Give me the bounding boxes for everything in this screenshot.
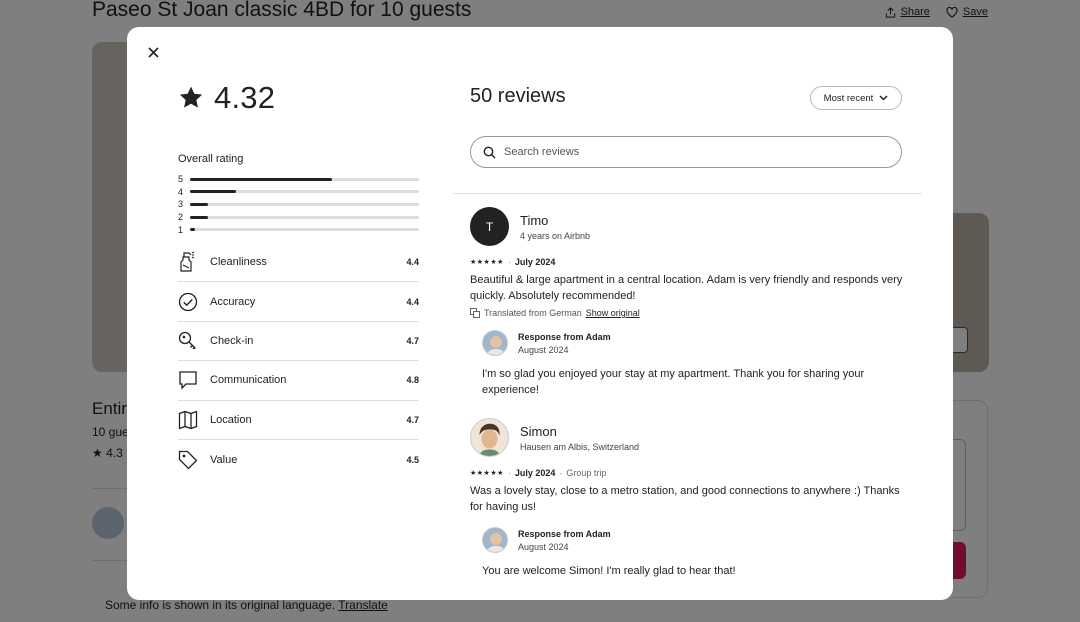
review-date: July 2024 bbox=[514, 468, 556, 478]
response-text: I'm so glad you enjoyed your stay at my … bbox=[482, 368, 865, 396]
review-date: July 2024 bbox=[514, 257, 556, 267]
rating-bar-row: 5 bbox=[178, 173, 419, 186]
category-rating-value: Value 4.5 bbox=[178, 440, 419, 479]
rating-bar-fill bbox=[190, 190, 236, 194]
close-icon bbox=[147, 46, 159, 58]
rating-bar-label: 5 bbox=[178, 174, 184, 185]
host-avatar[interactable] bbox=[482, 527, 508, 553]
rating-bar-fill bbox=[190, 202, 209, 206]
category-value: 4.4 bbox=[406, 296, 419, 307]
review-meta: ★★★★★ · July 2024 bbox=[470, 257, 556, 267]
overall-score: 4.32 bbox=[178, 80, 275, 116]
rating-bar-fill bbox=[190, 215, 209, 219]
chat-bubble-icon bbox=[178, 370, 210, 390]
category-value: 4.5 bbox=[406, 454, 419, 465]
show-original-link[interactable]: Show original bbox=[586, 308, 640, 318]
response-title: Response from Adam bbox=[518, 528, 611, 539]
host-response: Response from Adam August 2024 You are w… bbox=[482, 527, 910, 579]
rating-bar-track bbox=[190, 202, 419, 206]
rating-bar-label: 1 bbox=[178, 224, 184, 235]
rating-bar-row: 2 bbox=[178, 211, 419, 224]
category-name: Communication bbox=[210, 374, 287, 387]
reviewer-subtitle: Hausen am Albis, Switzerland bbox=[520, 441, 640, 452]
reviews-count-title: 50 reviews bbox=[470, 85, 566, 107]
check-circle-icon bbox=[178, 292, 210, 312]
key-icon bbox=[178, 331, 210, 351]
category-rating-communication: Communication 4.8 bbox=[178, 361, 419, 401]
category-rating-cleanliness: Cleanliness 4.4 bbox=[178, 243, 419, 283]
star-icon bbox=[179, 86, 203, 108]
review-text: Was a lovely stay, close to a metro stat… bbox=[470, 485, 900, 513]
tag-icon bbox=[178, 450, 210, 470]
close-button[interactable] bbox=[143, 42, 163, 62]
category-name: Accuracy bbox=[210, 295, 256, 308]
rating-bar-row: 1 bbox=[178, 223, 419, 236]
reviews-list: T Timo 4 years on Airbnb ★★★★★ · July 20… bbox=[470, 207, 910, 599]
category-value: 4.7 bbox=[406, 414, 419, 425]
rating-bar-track bbox=[190, 190, 419, 194]
rating-bar-label: 2 bbox=[178, 212, 184, 223]
response-text: You are welcome Simon! I'm really glad t… bbox=[482, 565, 736, 577]
response-title: Response from Adam bbox=[518, 331, 611, 342]
translation-note: Translated from German Show original bbox=[470, 308, 910, 318]
reviewer-portrait-icon bbox=[471, 419, 508, 456]
category-name: Check-in bbox=[210, 334, 254, 347]
category-value: 4.4 bbox=[406, 257, 419, 268]
host-portrait-icon bbox=[483, 331, 507, 355]
reviewer-name: Simon bbox=[520, 423, 557, 439]
chevron-down-icon bbox=[879, 95, 888, 101]
overall-score-value: 4.32 bbox=[214, 80, 276, 115]
reviewer-avatar[interactable] bbox=[470, 418, 509, 457]
rating-bar-row: 4 bbox=[178, 186, 419, 199]
search-reviews-box[interactable] bbox=[470, 136, 902, 168]
rating-bar-fill bbox=[190, 228, 195, 232]
rating-bar-fill bbox=[190, 177, 332, 181]
review-item: T Timo 4 years on Airbnb ★★★★★ · July 20… bbox=[470, 207, 910, 398]
host-portrait-icon bbox=[483, 528, 507, 552]
translate-icon bbox=[470, 308, 480, 318]
rating-bar-track bbox=[190, 215, 419, 219]
response-date: August 2024 bbox=[518, 541, 569, 552]
review-text: Beautiful & large apartment in a central… bbox=[470, 274, 903, 302]
rating-bar-label: 4 bbox=[178, 186, 184, 197]
reviews-modal: 4.32 Overall rating 54 3 21 Cleanliness 4.4… bbox=[127, 27, 953, 600]
review-stars: ★★★★★ bbox=[470, 259, 504, 266]
sort-label: Most recent bbox=[823, 92, 874, 104]
rating-bar-track bbox=[190, 228, 419, 232]
category-name: Location bbox=[210, 413, 252, 426]
category-name: Value bbox=[210, 453, 238, 466]
category-rating-check-in: Check-in 4.7 bbox=[178, 322, 419, 362]
trip-type: Group trip bbox=[566, 468, 607, 478]
rating-bar-row: 3 bbox=[178, 198, 419, 211]
rating-distribution: 54 3 21 bbox=[178, 173, 419, 236]
category-name: Cleanliness bbox=[210, 256, 267, 269]
review-stars: ★★★★★ bbox=[470, 470, 504, 477]
response-date: August 2024 bbox=[518, 344, 569, 355]
category-value: 4.8 bbox=[406, 375, 419, 386]
search-icon bbox=[483, 146, 496, 158]
map-icon bbox=[178, 410, 210, 430]
reviewer-name: Timo bbox=[520, 212, 549, 228]
rating-bar-label: 3 bbox=[178, 199, 184, 210]
review-item: Simon Hausen am Albis, Switzerland ★★★★★… bbox=[470, 418, 910, 579]
category-ratings: Cleanliness 4.4 Accuracy 4.4 Check-in 4.7 Comm… bbox=[178, 243, 419, 479]
host-response: Response from Adam August 2024 I'm so gl… bbox=[482, 330, 910, 398]
reviewer-subtitle: 4 years on Airbnb bbox=[520, 230, 591, 241]
sort-dropdown[interactable]: Most recent bbox=[810, 86, 902, 110]
reviewer-avatar[interactable]: T bbox=[470, 207, 509, 246]
category-rating-location: Location 4.7 bbox=[178, 401, 419, 440]
spray-bottle-icon bbox=[178, 251, 210, 273]
host-avatar[interactable] bbox=[482, 330, 508, 356]
category-value: 4.7 bbox=[406, 335, 419, 346]
category-rating-accuracy: Accuracy 4.4 bbox=[178, 282, 419, 322]
overall-rating-label: Overall rating bbox=[178, 153, 244, 165]
search-input[interactable] bbox=[504, 146, 884, 158]
review-meta: ★★★★★ · July 2024 · Group trip bbox=[470, 468, 607, 478]
rating-bar-track bbox=[190, 177, 419, 181]
divider bbox=[452, 193, 922, 194]
